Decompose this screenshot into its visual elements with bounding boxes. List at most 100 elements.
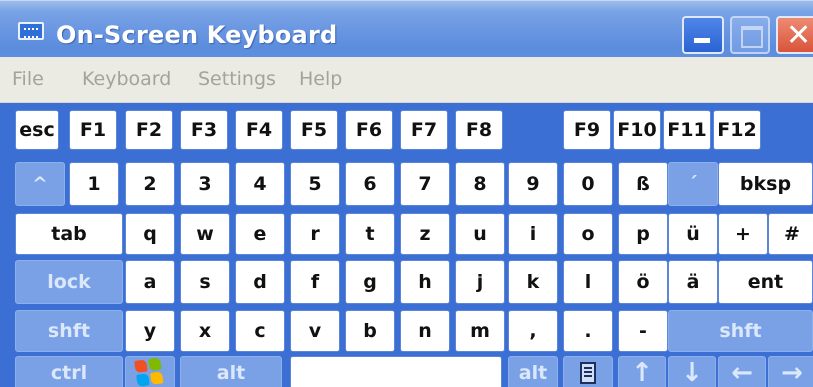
key-enter[interactable]: ent bbox=[718, 260, 813, 304]
close-icon: ✕ bbox=[786, 18, 812, 53]
key-f1-label: F1 bbox=[79, 118, 107, 141]
menu-help[interactable]: Help bbox=[299, 67, 342, 91]
menu-settings[interactable]: Settings bbox=[198, 67, 276, 91]
key-tab-row-10[interactable]: p bbox=[618, 213, 668, 255]
context-menu-icon bbox=[580, 362, 596, 384]
key-f8[interactable]: F8 bbox=[455, 110, 503, 150]
key-tab-row-5[interactable]: t bbox=[345, 213, 395, 255]
key-tab-row-4[interactable]: r bbox=[290, 213, 340, 255]
key-f4[interactable]: F4 bbox=[235, 110, 283, 150]
key-num-5-label: 5 bbox=[308, 172, 322, 195]
key-tab-row-9[interactable]: o bbox=[563, 213, 613, 255]
key-shift-row-5-label: b bbox=[363, 319, 377, 342]
key-backspace[interactable]: bksp bbox=[718, 162, 813, 206]
title-bar[interactable]: On-Screen Keyboard ✕ bbox=[0, 0, 813, 58]
key-tab-row-7[interactable]: u bbox=[455, 213, 505, 255]
key-num-12[interactable]: ´ bbox=[668, 162, 718, 206]
key-ctrl[interactable]: ctrl bbox=[15, 356, 123, 387]
key-num-4[interactable]: 4 bbox=[235, 162, 285, 206]
key-home-row-7-label: j bbox=[476, 270, 484, 293]
minimize-button[interactable] bbox=[682, 16, 724, 54]
key-f11[interactable]: F11 bbox=[663, 110, 711, 150]
key-home-row-8[interactable]: k bbox=[508, 260, 558, 304]
close-button[interactable]: ✕ bbox=[776, 16, 813, 54]
key-shift-row-2[interactable]: x bbox=[180, 310, 230, 352]
key-f12[interactable]: F12 bbox=[713, 110, 761, 150]
key-tab-row-2[interactable]: w bbox=[180, 213, 230, 255]
key-home-row-4[interactable]: f bbox=[290, 260, 340, 304]
key-home-row-6[interactable]: h bbox=[400, 260, 450, 304]
key-shift-row-1[interactable]: y bbox=[125, 310, 175, 352]
key-num-11[interactable]: ß bbox=[618, 162, 668, 206]
key-num-0[interactable]: ^ bbox=[15, 162, 65, 206]
key-f2[interactable]: F2 bbox=[125, 110, 173, 150]
key-caps-lock[interactable]: lock bbox=[15, 260, 123, 304]
key-tab-row-6[interactable]: z bbox=[400, 213, 450, 255]
key-home-row-2[interactable]: s bbox=[180, 260, 230, 304]
key-arrow-left[interactable]: ← bbox=[718, 356, 766, 387]
key-tab-row-12[interactable]: + bbox=[718, 213, 768, 255]
key-shift-row-6[interactable]: n bbox=[400, 310, 450, 352]
key-tab-row-11[interactable]: ü bbox=[668, 213, 718, 255]
windows-logo-icon bbox=[134, 357, 166, 387]
key-f3[interactable]: F3 bbox=[180, 110, 228, 150]
key-num-1-label: 1 bbox=[87, 172, 101, 195]
key-f7[interactable]: F7 bbox=[400, 110, 448, 150]
key-tab-row-3[interactable]: e bbox=[235, 213, 285, 255]
key-esc[interactable]: esc bbox=[15, 110, 59, 150]
menu-keyboard[interactable]: Keyboard bbox=[82, 67, 171, 91]
key-f1[interactable]: F1 bbox=[69, 110, 117, 150]
arrow-right-icon: → bbox=[781, 358, 803, 387]
key-home-row-11[interactable]: ä bbox=[668, 260, 718, 304]
key-alt-left[interactable]: alt bbox=[180, 356, 282, 387]
key-arrow-right[interactable]: → bbox=[768, 356, 813, 387]
maximize-button[interactable] bbox=[730, 16, 770, 54]
key-f5-label: F5 bbox=[300, 118, 328, 141]
key-home-row-9[interactable]: l bbox=[563, 260, 613, 304]
key-shift-row-7[interactable]: m bbox=[455, 310, 505, 352]
key-arrow-down[interactable]: ↓ bbox=[668, 356, 716, 387]
key-f10[interactable]: F10 bbox=[613, 110, 661, 150]
key-num-10[interactable]: 0 bbox=[563, 162, 613, 206]
key-windows[interactable] bbox=[125, 356, 175, 387]
key-shift-row-1-label: y bbox=[143, 319, 157, 342]
key-tab[interactable]: tab bbox=[15, 213, 123, 255]
arrow-left-icon: ← bbox=[731, 358, 753, 387]
key-num-8[interactable]: 8 bbox=[455, 162, 505, 206]
key-num-5[interactable]: 5 bbox=[290, 162, 340, 206]
key-space[interactable] bbox=[290, 356, 502, 387]
key-f6[interactable]: F6 bbox=[345, 110, 393, 150]
key-home-row-7[interactable]: j bbox=[455, 260, 505, 304]
key-num-2[interactable]: 2 bbox=[125, 162, 175, 206]
key-shift-row-9[interactable]: . bbox=[563, 310, 613, 352]
key-home-row-1[interactable]: a bbox=[125, 260, 175, 304]
key-shift-row-10[interactable]: - bbox=[618, 310, 668, 352]
key-f5[interactable]: F5 bbox=[290, 110, 338, 150]
arrow-up-icon: ↑ bbox=[631, 358, 653, 387]
key-arrow-up[interactable]: ↑ bbox=[618, 356, 666, 387]
key-home-row-11-label: ä bbox=[686, 270, 700, 293]
key-tab-row-13[interactable]: # bbox=[768, 213, 813, 255]
key-menu[interactable] bbox=[563, 356, 613, 387]
key-num-7[interactable]: 7 bbox=[400, 162, 450, 206]
key-shift-left[interactable]: shft bbox=[15, 310, 123, 352]
key-num-10-label: 0 bbox=[581, 172, 595, 195]
key-f9[interactable]: F9 bbox=[563, 110, 611, 150]
key-home-row-3[interactable]: d bbox=[235, 260, 285, 304]
key-home-row-10[interactable]: ö bbox=[618, 260, 668, 304]
key-tab-row-8[interactable]: i bbox=[508, 213, 558, 255]
key-alt-right[interactable]: alt bbox=[508, 356, 558, 387]
key-num-3[interactable]: 3 bbox=[180, 162, 230, 206]
key-num-6[interactable]: 6 bbox=[345, 162, 395, 206]
key-shift-right[interactable]: shft bbox=[668, 310, 813, 352]
key-tab-row-1[interactable]: q bbox=[125, 213, 175, 255]
key-home-row-5[interactable]: g bbox=[345, 260, 395, 304]
key-shift-row-5[interactable]: b bbox=[345, 310, 395, 352]
key-shift-row-7-label: m bbox=[470, 319, 490, 342]
key-num-9[interactable]: 9 bbox=[508, 162, 558, 206]
key-shift-row-3[interactable]: c bbox=[235, 310, 285, 352]
key-shift-row-4[interactable]: v bbox=[290, 310, 340, 352]
key-num-1[interactable]: 1 bbox=[69, 162, 119, 206]
key-shift-row-8[interactable]: , bbox=[508, 310, 558, 352]
menu-file[interactable]: File bbox=[12, 67, 44, 91]
